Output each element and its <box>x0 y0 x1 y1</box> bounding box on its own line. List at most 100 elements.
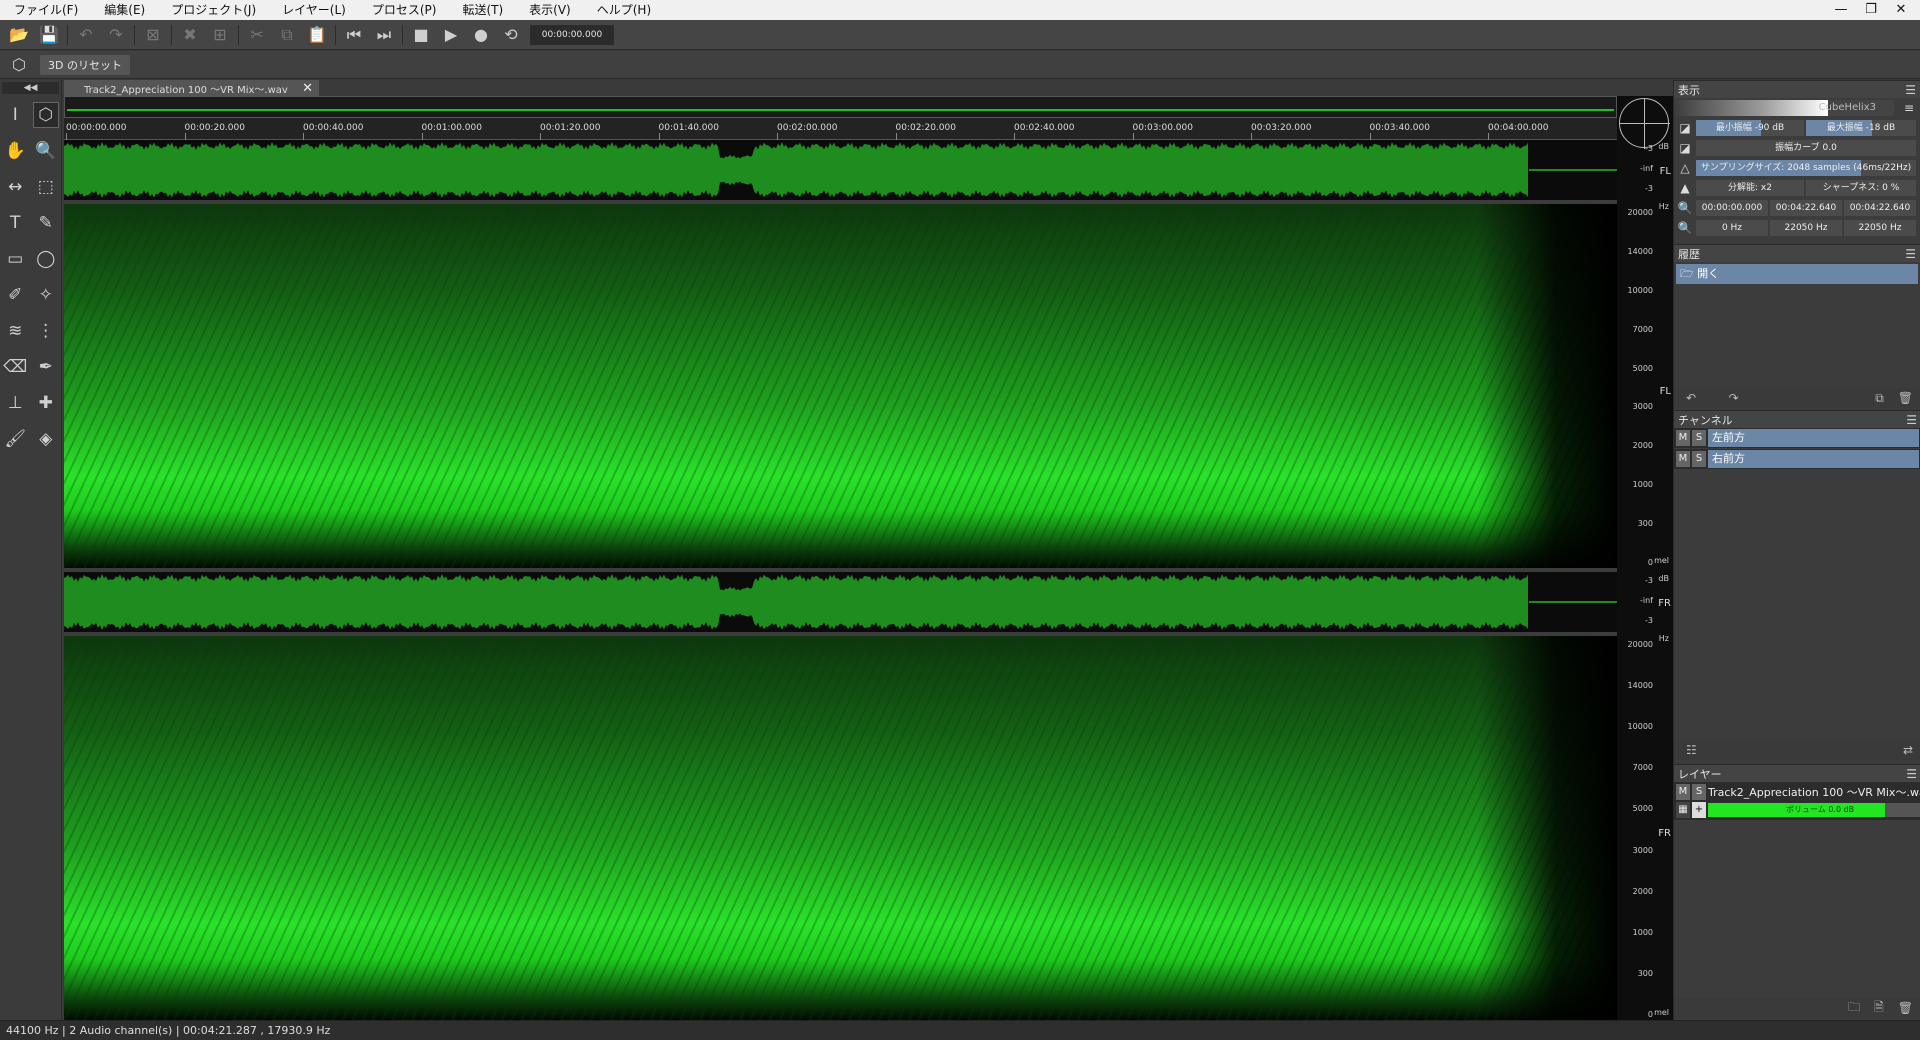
sharpness-field[interactable]: シャープネス: 0 % <box>1806 180 1916 196</box>
hand-icon[interactable]: ✋ <box>2 138 28 164</box>
channel-row[interactable]: MS 右前方 <box>1674 449 1920 469</box>
new-layer-icon[interactable]: 🗎 <box>1874 998 1884 1019</box>
add-icon[interactable]: + <box>1692 802 1706 818</box>
maximize-icon[interactable]: ❐ <box>1856 0 1886 20</box>
time-stretch-icon[interactable]: ↔ <box>2 174 28 200</box>
magic-wand-icon[interactable]: ✧ <box>33 282 59 308</box>
history-copy-icon[interactable]: ⧉ <box>1875 391 1884 406</box>
lasso-icon[interactable]: ◯ <box>33 246 59 272</box>
menu-process[interactable]: プロセス(P) <box>358 0 449 20</box>
solo-button[interactable]: S <box>1692 451 1706 467</box>
history-redo-icon[interactable]: ↷ <box>1729 391 1739 405</box>
harmonic-select-icon[interactable]: ≋ <box>2 318 28 344</box>
layer-volume-slider[interactable]: ボリューム 0.0 dB <box>1708 803 1920 817</box>
waveform-fl[interactable] <box>64 140 1617 200</box>
history-item[interactable]: 🗁 開く <box>1676 264 1918 284</box>
channel-swap-icon[interactable]: ⇄ <box>1903 743 1913 757</box>
brush-select-icon[interactable]: ✐ <box>2 282 28 308</box>
panel-menu-icon[interactable]: ☰ <box>1905 83 1916 97</box>
3d-view-icon[interactable]: ⬡ <box>32 102 59 128</box>
record-icon[interactable]: ● <box>466 22 496 48</box>
rect-select-icon[interactable]: ▭ <box>2 246 28 272</box>
spectrogram-fl[interactable] <box>64 204 1617 568</box>
undo-icon[interactable]: ↶ <box>71 22 101 48</box>
stop-icon[interactable]: ■ <box>406 22 436 48</box>
channel-list-icon[interactable]: ☷ <box>1686 743 1697 757</box>
redo-icon[interactable]: ↷ <box>101 22 131 48</box>
loop-icon[interactable]: ⟲ <box>496 22 526 48</box>
reset-3d-button[interactable]: 3D のリセット <box>40 54 130 75</box>
mute-button[interactable]: M <box>1676 451 1690 467</box>
time-ruler[interactable]: 00:00:00.000 00:00:20.000 00:00:40.000 00:0… <box>64 118 1617 140</box>
delete-icon[interactable]: ✖ <box>175 22 205 48</box>
menu-view[interactable]: 表示(V) <box>515 0 583 20</box>
history-delete-icon[interactable]: 🗑 <box>1898 391 1913 405</box>
minimize-icon[interactable]: — <box>1826 0 1856 20</box>
eyedropper-icon[interactable]: ✎ <box>33 210 59 236</box>
panel-menu-icon[interactable]: ☰ <box>1905 247 1916 261</box>
copy-icon[interactable]: ⧉ <box>272 22 302 48</box>
overview-bar[interactable] <box>64 96 1617 118</box>
document-tab[interactable]: Track2_Appreciation 100 〜VR Mix〜.wav ✕ <box>64 80 319 96</box>
time-end-field[interactable]: 00:04:22.640 <box>1770 200 1842 216</box>
play-icon[interactable]: ▶ <box>436 22 466 48</box>
collapse-palette-icon[interactable]: ◀◀ <box>2 82 59 94</box>
text-cursor-icon[interactable]: I <box>2 102 28 128</box>
panel-menu-icon[interactable]: ☰ <box>1906 413 1917 427</box>
pen-icon[interactable]: ✒ <box>33 354 59 380</box>
freq-min-field[interactable]: 0 Hz <box>1696 220 1768 236</box>
skip-end-icon[interactable]: ⏭ <box>369 22 399 48</box>
freq-range-field[interactable]: 22050 Hz <box>1844 220 1916 236</box>
channel-row[interactable]: MS 左前方 <box>1674 428 1920 448</box>
sampling-size-slider[interactable]: サンプリングサイズ: 2048 samples (46ms/22Hz) <box>1696 160 1916 176</box>
eraser-icon[interactable]: ⌫ <box>2 354 28 380</box>
time-select-icon[interactable]: ⋮ <box>33 318 59 344</box>
bandage-icon[interactable]: ✚ <box>33 390 59 416</box>
insert-icon[interactable]: ⊞ <box>205 22 235 48</box>
deselect-icon[interactable]: ⊠ <box>138 22 168 48</box>
time-start-field[interactable]: 00:00:00.000 <box>1696 200 1768 216</box>
menu-transfer[interactable]: 転送(T) <box>448 0 515 20</box>
menu-project[interactable]: プロジェクト(J) <box>157 0 268 20</box>
fill-icon[interactable]: ◈ <box>33 426 59 452</box>
menu-help[interactable]: ヘルプ(H) <box>583 0 663 20</box>
close-tab-icon[interactable]: ✕ <box>302 81 313 96</box>
cut-icon[interactable]: ✂ <box>242 22 272 48</box>
new-folder-icon[interactable]: 🗀 <box>1848 998 1860 1019</box>
menu-edit[interactable]: 編集(E) <box>90 0 157 20</box>
spectrogram-editor[interactable]: 00:00:00.000 00:00:20.000 00:00:40.000 00:0… <box>64 96 1617 1020</box>
crop-icon[interactable]: ⬚ <box>33 174 59 200</box>
skip-start-icon[interactable]: ⏮ <box>339 22 369 48</box>
history-undo-icon[interactable]: ↶ <box>1686 391 1696 405</box>
paint-brush-icon[interactable]: 🖌 <box>2 426 28 452</box>
open-folder-icon[interactable]: 📂 <box>4 22 34 48</box>
mute-button[interactable]: M <box>1676 430 1690 446</box>
stamp-icon[interactable]: ⊥ <box>2 390 28 416</box>
time-length-field[interactable]: 00:04:22.640 <box>1844 200 1916 216</box>
3d-orientation-widget[interactable] <box>1619 98 1670 149</box>
solo-button[interactable]: S <box>1692 784 1706 800</box>
layer-row[interactable]: MS Track2_Appreciation 100 〜VR Mix〜.wav … <box>1674 782 1920 820</box>
colormap-select[interactable]: CubeHelix3 <box>1674 100 1894 116</box>
solo-button[interactable]: S <box>1692 430 1706 446</box>
panel-menu-icon[interactable]: ☰ <box>1906 767 1917 781</box>
cube-icon[interactable]: ⬡ <box>4 52 34 78</box>
mute-button[interactable]: M <box>1676 784 1690 800</box>
max-amplitude-slider[interactable]: 最大振幅 -18 dB <box>1806 120 1916 136</box>
zoom-icon[interactable]: 🔍 <box>33 138 59 164</box>
menu-file[interactable]: ファイル(F) <box>0 0 90 20</box>
amplitude-curve-slider[interactable]: 振幅カーブ 0.0 <box>1696 140 1916 156</box>
resolution-field[interactable]: 分解能: x2 <box>1696 180 1804 196</box>
spectrogram-fr[interactable] <box>64 636 1617 1020</box>
paste-icon[interactable]: 📋 <box>302 22 332 48</box>
layer-delete-icon[interactable]: 🗑 <box>1898 1001 1913 1015</box>
layers-icon[interactable]: ≡ <box>1898 101 1920 115</box>
min-amplitude-slider[interactable]: 最小振幅 -90 dB <box>1696 120 1804 136</box>
waveform-fr[interactable] <box>64 572 1617 632</box>
menu-layer[interactable]: レイヤー(L) <box>268 0 358 20</box>
text-tool-icon[interactable]: T <box>2 210 28 236</box>
save-icon[interactable]: 💾 <box>34 22 64 48</box>
freq-max-field[interactable]: 22050 Hz <box>1770 220 1842 236</box>
close-icon[interactable]: ✕ <box>1886 0 1916 20</box>
layer-thumbnail-icon: ▦ <box>1676 802 1690 818</box>
